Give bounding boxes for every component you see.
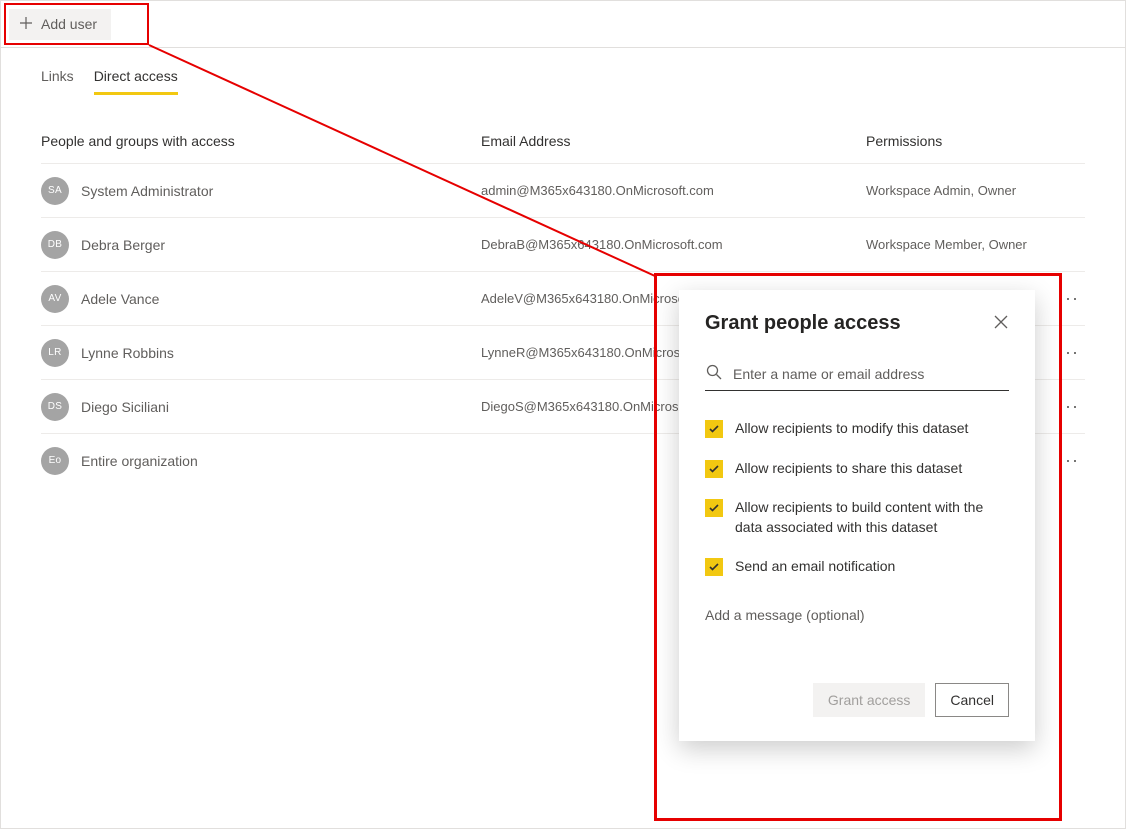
add-user-button[interactable]: Add user — [9, 9, 111, 40]
user-name: Diego Siciliani — [81, 399, 169, 415]
plus-icon — [19, 16, 33, 33]
header-people: People and groups with access — [41, 133, 481, 149]
tab-direct-access[interactable]: Direct access — [94, 68, 178, 95]
avatar: SA — [41, 177, 69, 205]
checkbox-row: Allow recipients to modify this dataset — [705, 419, 1009, 439]
user-name: Entire organization — [81, 453, 198, 469]
tabs: Links Direct access — [1, 48, 1125, 95]
checkbox-build[interactable] — [705, 499, 723, 517]
checkbox-row: Allow recipients to share this dataset — [705, 459, 1009, 479]
checkbox-row: Send an email notification — [705, 557, 1009, 577]
grant-access-button[interactable]: Grant access — [813, 683, 925, 717]
column-headers: People and groups with access Email Addr… — [41, 95, 1085, 163]
checkbox-modify[interactable] — [705, 420, 723, 438]
user-name: System Administrator — [81, 183, 213, 199]
user-permission: Workspace Admin, Owner — [866, 183, 1016, 198]
close-icon[interactable] — [993, 314, 1009, 333]
dialog-title: Grant people access — [705, 312, 901, 335]
checkbox-row: Allow recipients to build content with t… — [705, 498, 1009, 537]
search-icon — [705, 363, 723, 384]
avatar: AV — [41, 285, 69, 313]
checkbox-label: Send an email notification — [735, 557, 895, 577]
toolbar: Add user — [1, 1, 1125, 48]
more-icon[interactable]: ··· — [1052, 450, 1085, 471]
recipient-input[interactable] — [733, 366, 1009, 382]
user-email: DebraB@M365x643180.OnMicrosoft.com — [481, 237, 866, 252]
checkbox-label: Allow recipients to modify this dataset — [735, 419, 968, 439]
table-row: SA System Administrator admin@M365x64318… — [41, 163, 1085, 217]
user-name: Adele Vance — [81, 291, 159, 307]
checkbox-label: Allow recipients to share this dataset — [735, 459, 962, 479]
search-row — [705, 363, 1009, 391]
cancel-button[interactable]: Cancel — [935, 683, 1009, 717]
add-user-label: Add user — [41, 16, 97, 32]
grant-access-dialog: Grant people access Allow recipients to … — [679, 290, 1035, 741]
avatar: DS — [41, 393, 69, 421]
avatar: Eo — [41, 447, 69, 475]
user-name: Debra Berger — [81, 237, 165, 253]
header-email: Email Address — [481, 133, 866, 149]
header-permissions: Permissions — [866, 133, 1085, 149]
tab-links[interactable]: Links — [41, 68, 74, 95]
more-icon[interactable]: ··· — [1052, 288, 1085, 309]
checkbox-share[interactable] — [705, 460, 723, 478]
avatar: LR — [41, 339, 69, 367]
user-name: Lynne Robbins — [81, 345, 174, 361]
checkbox-email[interactable] — [705, 558, 723, 576]
user-permission: Workspace Member, Owner — [866, 237, 1027, 252]
user-email: admin@M365x643180.OnMicrosoft.com — [481, 183, 866, 198]
more-icon[interactable]: ··· — [1052, 396, 1085, 417]
message-input[interactable]: Add a message (optional) — [705, 607, 1009, 623]
more-icon[interactable]: ··· — [1052, 342, 1085, 363]
avatar: DB — [41, 231, 69, 259]
table-row: DB Debra Berger DebraB@M365x643180.OnMic… — [41, 217, 1085, 271]
checkbox-label: Allow recipients to build content with t… — [735, 498, 1009, 537]
